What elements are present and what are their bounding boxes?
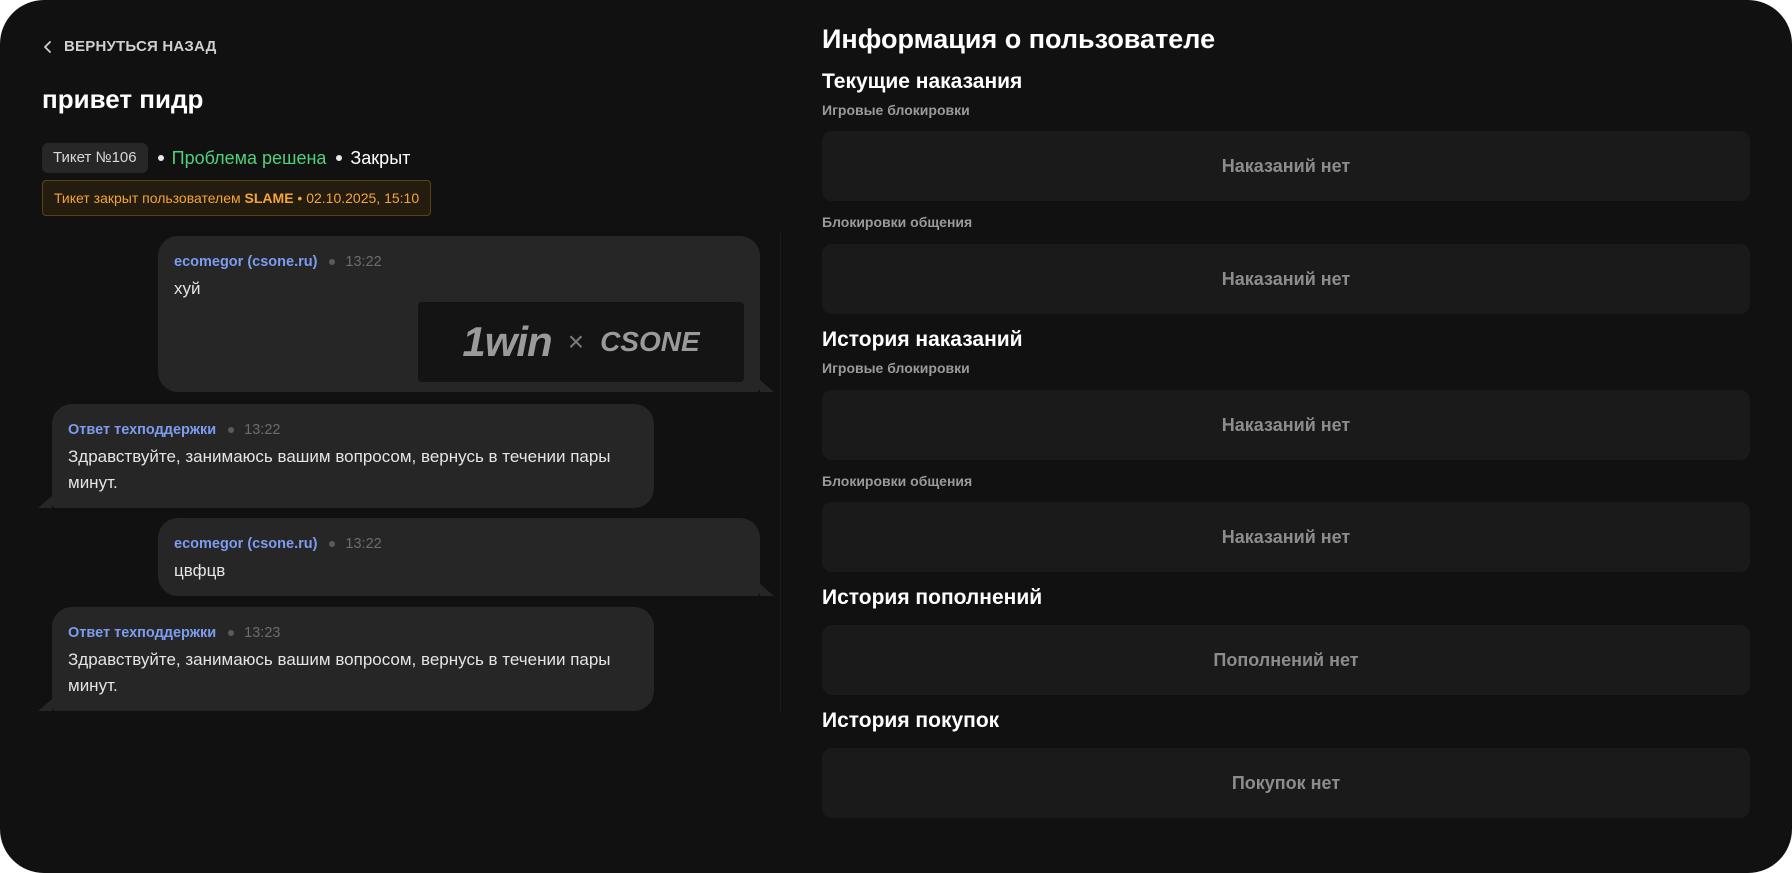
- current-chat-bans-label: Блокировки общения: [822, 214, 973, 230]
- message-text: Здравствуйте, занимаюсь вашим вопросом, …: [68, 447, 611, 492]
- message-text: цвфцв: [174, 561, 226, 580]
- current-game-bans-label: Игровые блокировки: [822, 102, 970, 118]
- attachment-brand-left: 1win: [462, 318, 552, 365]
- user-info-title: Информация о пользователе: [822, 24, 1216, 54]
- current-chat-bans-empty: Наказаний нет: [822, 244, 1750, 314]
- chat-message: ecomegor (csone.ru) 13:22 цвфцв: [158, 518, 760, 596]
- ticket-meta: Тикет №106 Проблема решена Закрыт: [42, 143, 410, 173]
- chat-message: Ответ техподдержки 13:22 Здравствуйте, з…: [52, 404, 654, 508]
- message-text: хуй: [174, 279, 201, 298]
- user-info-panel: Информация о пользователе Текущие наказа…: [822, 0, 1750, 873]
- ticket-number-badge: Тикет №106: [42, 143, 148, 173]
- message-header: ecomegor (csone.ru) 13:22: [174, 254, 382, 270]
- deposits-heading: История пополнений: [822, 586, 1043, 609]
- closed-banner-separator: •: [293, 190, 307, 206]
- back-link[interactable]: ВЕРНУТЬСЯ НАЗАД: [42, 38, 217, 55]
- ticket-title: привет пидр: [42, 84, 204, 114]
- separator-dot: [329, 259, 336, 265]
- attachment-separator: ×: [567, 326, 585, 357]
- chevron-left-icon: [44, 40, 51, 53]
- separator-dot: [157, 155, 164, 161]
- message-time: 13:22: [345, 254, 382, 270]
- history-chat-bans-label: Блокировки общения: [822, 473, 973, 489]
- separator-dot: [329, 541, 336, 547]
- app-window: ВЕРНУТЬСЯ НАЗАД привет пидр Тикет №106 П…: [0, 0, 1792, 873]
- deposits-empty: Пополнений нет: [822, 625, 1750, 695]
- message-author: ecomegor (csone.ru): [174, 536, 318, 552]
- message-header: Ответ техподдержки 13:22: [68, 422, 280, 438]
- closed-by-user: SLAME: [244, 190, 294, 206]
- closed-at: 02.10.2025, 15:10: [306, 190, 420, 206]
- separator-dot: [336, 155, 343, 161]
- message-header: ecomegor (csone.ru) 13:22: [174, 536, 382, 552]
- punishment-history-heading: История наказаний: [822, 328, 1023, 351]
- purchases-heading: История покупок: [822, 709, 1000, 732]
- message-author: ecomegor (csone.ru): [174, 254, 318, 270]
- closed-banner-prefix: Тикет закрыт пользователем: [54, 190, 245, 206]
- chat-message: ecomegor (csone.ru) 13:22 хуй 1win × CSO…: [158, 236, 760, 392]
- ticket-state: Закрыт: [350, 147, 411, 168]
- message-tail: [38, 496, 52, 508]
- purchases-empty: Покупок нет: [822, 748, 1750, 818]
- column-divider: [780, 232, 781, 712]
- current-game-bans-empty: Наказаний нет: [822, 131, 1750, 201]
- history-game-bans-empty: Наказаний нет: [822, 390, 1750, 460]
- chat-message: Ответ техподдержки 13:23 Здравствуйте, з…: [52, 607, 654, 711]
- message-author: Ответ техподдержки: [68, 625, 217, 641]
- message-time: 13:22: [345, 536, 382, 552]
- message-tail: [760, 380, 774, 392]
- message-tail: [38, 699, 52, 711]
- attachment-brand-right: CSONE: [600, 326, 700, 357]
- message-header: Ответ техподдержки 13:23: [68, 625, 280, 641]
- closed-banner: Тикет закрыт пользователем SLAME • 02.10…: [42, 180, 432, 216]
- message-attachment-image[interactable]: 1win × CSONE: [418, 302, 744, 382]
- message-text: Здравствуйте, занимаюсь вашим вопросом, …: [68, 650, 611, 695]
- message-time: 13:22: [244, 422, 281, 438]
- message-author: Ответ техподдержки: [68, 422, 217, 438]
- ticket-panel: ВЕРНУТЬСЯ НАЗАД привет пидр Тикет №106 П…: [38, 0, 782, 873]
- message-tail: [760, 584, 774, 596]
- history-game-bans-label: Игровые блокировки: [822, 360, 970, 376]
- history-chat-bans-empty: Наказаний нет: [822, 502, 1750, 572]
- message-time: 13:23: [244, 625, 281, 641]
- current-punishments-heading: Текущие наказания: [822, 70, 1023, 93]
- separator-dot: [228, 630, 235, 636]
- resolution-status: Проблема решена: [171, 147, 327, 168]
- separator-dot: [228, 427, 235, 433]
- back-link-label: ВЕРНУТЬСЯ НАЗАД: [64, 38, 217, 55]
